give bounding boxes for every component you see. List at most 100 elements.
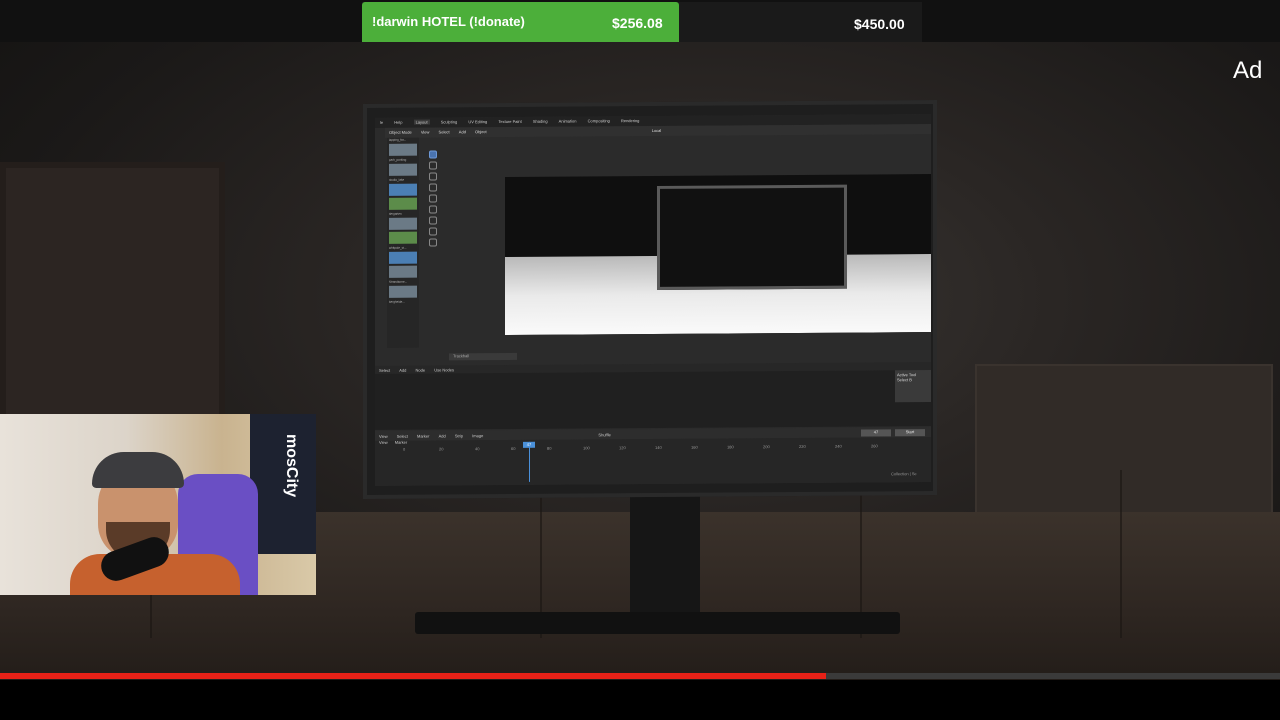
asset-label: studio_lake — [389, 177, 405, 182]
use-nodes-checkbox: Use Nodes — [434, 367, 454, 373]
donation-current-amount: $256.08 — [612, 15, 663, 31]
header-item: Object — [475, 129, 487, 135]
timeline-sub-item: View — [379, 439, 388, 445]
menu-item: UV Editing — [468, 119, 488, 125]
current-frame-field: 47 — [861, 429, 891, 437]
asset-label: tiergarten — [389, 211, 402, 216]
ruler-tick: 260 — [871, 443, 878, 449]
annotate-tool-icon — [429, 216, 437, 225]
menu-item: Help — [394, 119, 403, 125]
node-menu-item: Node — [415, 367, 426, 373]
timeline-menu-item: View — [379, 433, 388, 439]
webcam-overlay: mosCity — [0, 414, 316, 595]
ruler-tick: 40 — [475, 446, 480, 452]
streamer — [70, 444, 240, 595]
add-cube-tool-icon — [429, 238, 437, 247]
asset-thumbnail — [389, 183, 417, 196]
donation-goal-label: !darwin HOTEL (!donate) — [372, 14, 525, 29]
menu-item: Compositing — [587, 118, 610, 124]
banner-text: mosCity — [283, 434, 300, 498]
video-progress-fill[interactable] — [0, 673, 826, 679]
ruler-tick: 200 — [763, 444, 770, 450]
shuffle-dropdown: Shuffle — [598, 432, 611, 438]
asset-thumbnail — [389, 217, 417, 230]
timeline-menu-item: Select — [396, 433, 408, 439]
asset-label: Strandtorne... — [389, 279, 408, 284]
asset-thumbnail — [389, 163, 417, 176]
monitor-stand — [630, 496, 700, 616]
asset-thumbnail — [389, 265, 417, 278]
ruler-tick: 120 — [619, 445, 626, 451]
node-menu-item: Add — [399, 367, 407, 373]
menu-item: Rendering — [620, 118, 640, 124]
scene-door — [0, 162, 225, 432]
transform-tool-icon — [429, 205, 437, 214]
viewport-picture-frame — [657, 184, 847, 290]
ruler-tick: 80 — [547, 445, 552, 451]
timeline-sub-menu: View Marker — [379, 440, 407, 445]
ruler-tick: 140 — [655, 444, 662, 450]
measure-tool-icon — [429, 227, 437, 236]
node-menu-item: Select — [379, 367, 391, 373]
monitor: le Help Layout Sculpting UV Editing Text… — [363, 99, 937, 500]
move-tool-icon — [429, 172, 437, 181]
active-tool-subtitle: Select B — [897, 377, 912, 383]
ruler-tick: 180 — [727, 444, 734, 450]
node-editor — [375, 370, 931, 430]
ruler-tick: 60 — [511, 445, 516, 451]
asset-label: lapping_far... — [389, 137, 407, 142]
select-tool-icon — [429, 150, 437, 159]
streamer-cap — [92, 452, 184, 488]
webcam-banner: mosCity — [250, 414, 316, 554]
timeline-menu-item: Image — [472, 433, 484, 439]
start-frame-field: Start — [895, 429, 925, 437]
rotate-tool-icon — [429, 183, 437, 192]
timeline: View Marker 47 Start 0 20 40 60 80 100 1… — [375, 429, 931, 486]
collection-status: Collection | Sc — [891, 471, 917, 477]
asset-thumbnail — [389, 285, 417, 298]
timeline-menu-item: Strip — [454, 433, 464, 439]
asset-thumbnail — [389, 231, 417, 244]
monitor-stand-base — [415, 612, 900, 634]
menu-item: Animation — [558, 118, 577, 124]
active-tool-panel: Active Tool Select B — [895, 370, 931, 403]
floor-plank — [1120, 470, 1122, 638]
playhead-frame-badge: 47 — [523, 441, 535, 448]
mode-selector: Object Mode — [389, 129, 412, 135]
asset-browser: lapping_far... park_parking studio_lake … — [387, 137, 419, 348]
asset-thumbnail — [389, 197, 417, 210]
ad-label: Ad — [1233, 57, 1263, 84]
timeline-ruler: 0 20 40 60 80 100 120 140 160 180 200 22… — [375, 443, 931, 455]
menu-item: Sculpting — [440, 119, 458, 125]
cursor-tool-icon — [429, 161, 437, 170]
transform-orientation: Local — [651, 127, 662, 133]
scale-tool-icon — [429, 194, 437, 203]
menu-item: Texture Paint — [498, 118, 522, 125]
menu-item-layout: Layout — [413, 119, 430, 125]
render-viewport — [505, 174, 931, 336]
asset-thumbnail — [389, 143, 417, 156]
ruler-tick: 220 — [799, 443, 806, 449]
trackball-status: Trackball — [449, 352, 517, 361]
asset-label: park_parking — [389, 157, 407, 162]
menu-item: le — [380, 119, 384, 125]
ruler-tick: 240 — [835, 443, 842, 449]
asset-thumbnail — [389, 251, 417, 264]
donation-target-amount: $450.00 — [854, 16, 905, 32]
header-item: Select — [438, 129, 450, 135]
header-item: Add — [458, 129, 466, 135]
timeline-sub-item: Marker — [394, 439, 408, 445]
timeline-menu-item: Marker — [416, 433, 430, 439]
ruler-tick: 0 — [403, 446, 406, 452]
asset-label: bergheide... — [389, 299, 405, 304]
menu-item: Shading — [532, 118, 548, 124]
ruler-tick: 100 — [583, 445, 590, 451]
asset-label: whitpole_st... — [389, 245, 407, 250]
header-item: View — [420, 129, 430, 135]
ruler-tick: 20 — [439, 446, 444, 452]
ruler-tick: 160 — [691, 444, 698, 450]
timeline-menu-item: Add — [438, 433, 446, 439]
tool-shelf — [427, 147, 439, 277]
blender-screen: le Help Layout Sculpting UV Editing Text… — [375, 114, 931, 486]
player-controls-area — [0, 680, 1280, 720]
